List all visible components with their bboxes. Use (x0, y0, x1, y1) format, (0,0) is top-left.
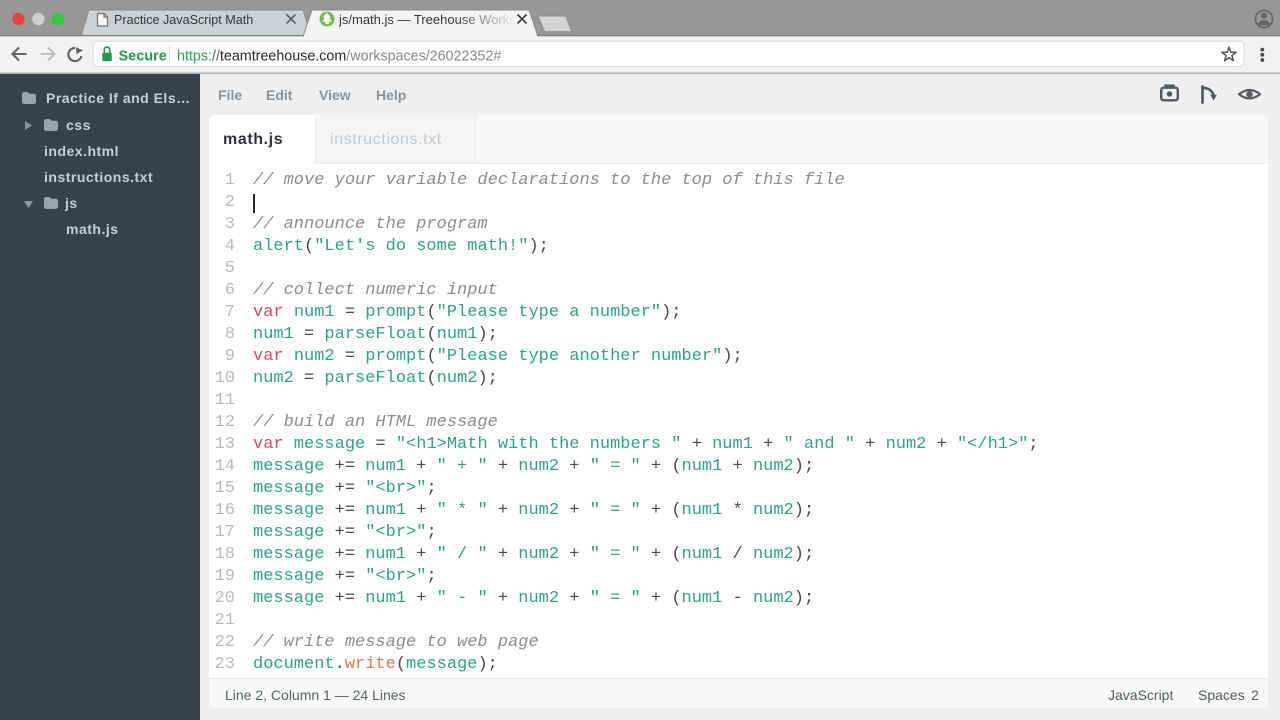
svg-text:Practice JavaScript Math: Practice JavaScript Math (114, 13, 253, 27)
svg-text:Secure: Secure (119, 48, 167, 64)
svg-text:https://teamtreehouse.com/work: https://teamtreehouse.com/workspaces/260… (177, 48, 501, 64)
svg-text:js/math.js — Treehouse Works: js/math.js — Treehouse Works (338, 12, 516, 27)
